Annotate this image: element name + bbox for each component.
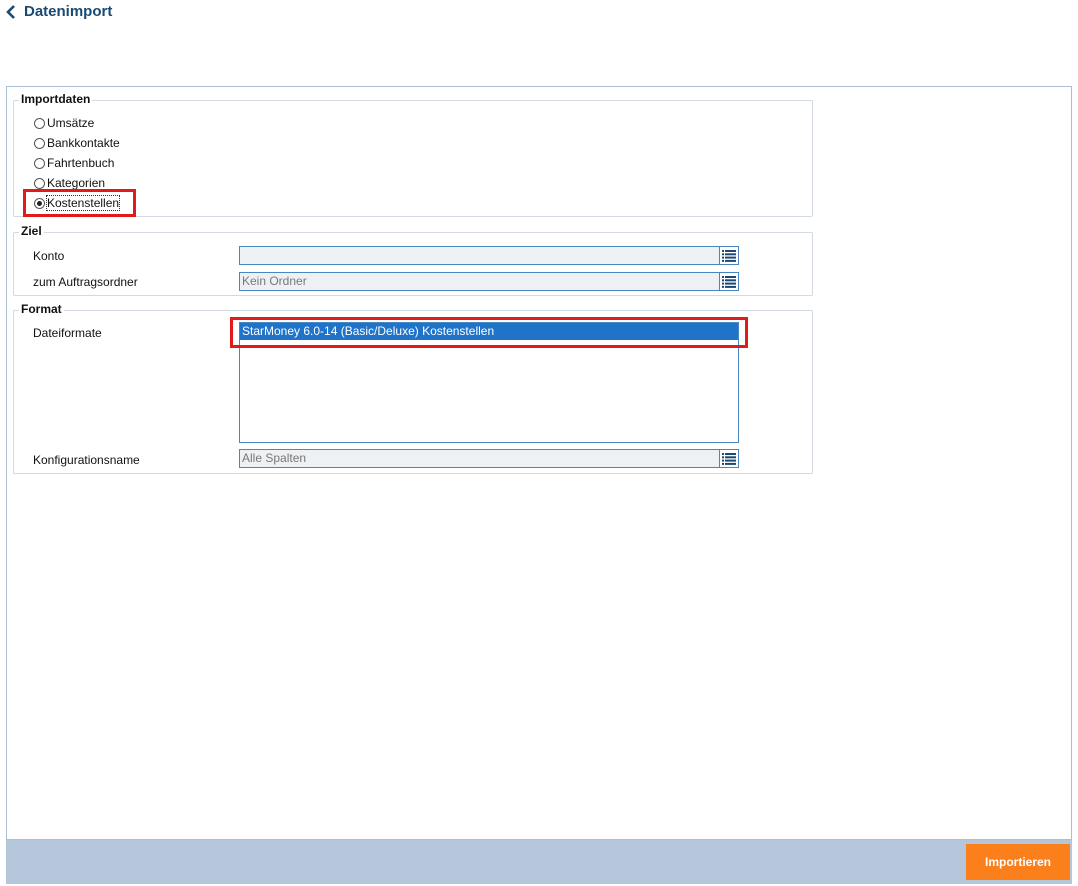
radio-kategorien[interactable]: Kategorien — [34, 174, 105, 192]
radio-label: Kategorien — [47, 176, 106, 190]
radio-button[interactable] — [34, 117, 45, 129]
radio-label: Bankkontakte — [47, 136, 120, 150]
radio-kostenstellen[interactable]: Kostenstellen — [34, 194, 121, 212]
konto-picker-button[interactable] — [719, 246, 739, 265]
list-item-selected[interactable]: StarMoney 6.0-14 (Basic/Deluxe) Kostenst… — [240, 323, 738, 340]
radio-fahrtenbuch[interactable]: Fahrtenbuch — [34, 154, 114, 172]
radio-label: Umsätze — [47, 116, 95, 130]
konfigurationsname-field[interactable]: Alle Spalten — [239, 449, 720, 468]
list-icon — [722, 452, 736, 465]
radio-button[interactable] — [34, 137, 45, 149]
radio-button[interactable] — [34, 177, 45, 189]
konfigurationsname-picker-button[interactable] — [719, 449, 739, 468]
importdaten-legend: Importdaten — [19, 92, 93, 106]
list-icon — [722, 249, 736, 262]
radio-button-selected[interactable] — [34, 197, 45, 209]
radio-umsaetze[interactable]: Umsätze — [34, 114, 94, 132]
dateiformate-listbox[interactable]: StarMoney 6.0-14 (Basic/Deluxe) Kostenst… — [239, 322, 739, 443]
chevron-left-icon — [6, 4, 15, 19]
radio-bankkontakte[interactable]: Bankkontakte — [34, 134, 120, 152]
konto-field[interactable] — [239, 246, 720, 265]
radio-button[interactable] — [34, 157, 45, 169]
radio-label: Kostenstellen — [45, 195, 121, 211]
back-button[interactable]: Datenimport — [6, 3, 112, 20]
konto-label: Konto — [33, 249, 65, 263]
page-title: Datenimport — [24, 3, 113, 20]
dateiformate-label: Dateiformate — [33, 326, 102, 340]
format-legend: Format — [19, 302, 64, 316]
radio-label: Fahrtenbuch — [47, 156, 115, 170]
ziel-legend: Ziel — [19, 224, 44, 238]
footer-bar: Importieren — [6, 840, 1072, 884]
import-button[interactable]: Importieren — [966, 844, 1070, 880]
konfigurationsname-label: Konfigurationsname — [33, 453, 140, 467]
auftragsordner-label: zum Auftragsordner — [33, 275, 138, 289]
importdaten-group: Importdaten — [13, 92, 813, 217]
list-icon — [722, 275, 736, 288]
top-bar: Datenimport — [0, 0, 1078, 30]
auftragsordner-field[interactable]: Kein Ordner — [239, 272, 720, 291]
auftragsordner-picker-button[interactable] — [719, 272, 739, 291]
